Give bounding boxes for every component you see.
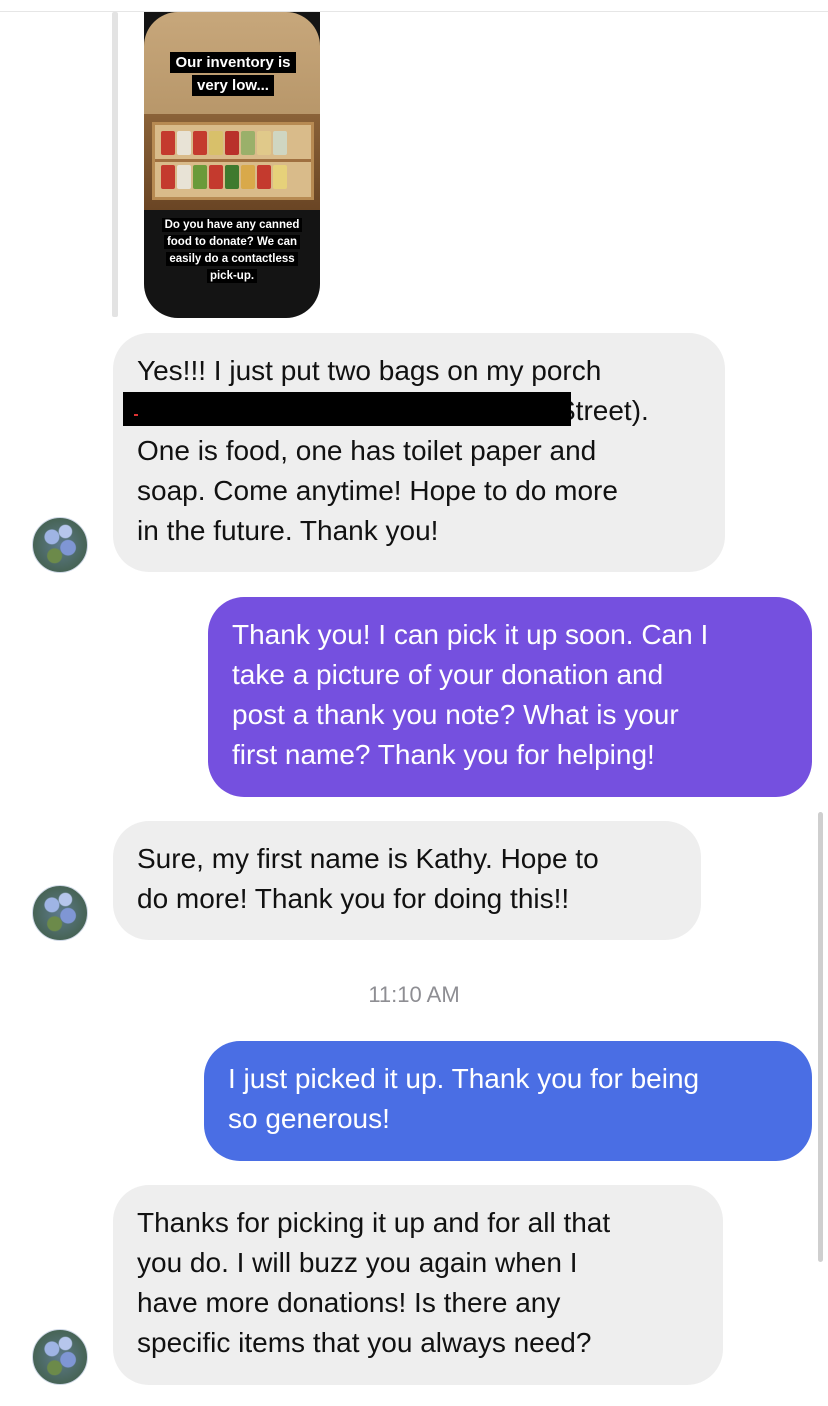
message-line: have more donations! Is there any <box>137 1287 561 1318</box>
message-timestamp: 11:10 AM <box>368 982 460 1007</box>
message-line: so generous! <box>228 1103 390 1134</box>
scrollbar[interactable] <box>818 812 823 1262</box>
contact-avatar-icon[interactable] <box>32 885 88 941</box>
message-bubble-sent[interactable]: I just picked it up. Thank you for being… <box>204 1041 812 1161</box>
header-divider <box>0 11 828 12</box>
message-line: first name? Thank you for helping! <box>232 739 655 770</box>
redacted-address <box>123 392 571 426</box>
message-line: Thanks for picking it up and for all tha… <box>137 1207 611 1238</box>
message-bubble-sent[interactable]: Thank you! I can pick it up soon. Can I … <box>208 597 812 797</box>
message-line: in the future. Thank you! <box>137 515 439 546</box>
chat-screen: Our inventory is very low... Do you have… <box>0 0 828 1406</box>
story-caption-bottom: Do you have any canned food to donate? W… <box>154 217 310 285</box>
message-line: soap. Come anytime! Hope to do more <box>137 475 618 506</box>
pantry-cabinet <box>152 122 314 200</box>
can-row-lower <box>161 165 287 189</box>
message-line: do more! Thank you for doing this!! <box>137 883 570 914</box>
story-reply-quote-bar <box>112 12 118 317</box>
can-row-upper <box>161 131 287 155</box>
message-line: I just picked it up. Thank you for being <box>228 1063 700 1094</box>
message-line: One is food, one has toilet paper and <box>137 435 597 466</box>
redaction-marker <box>134 414 138 416</box>
message-bubble-received[interactable]: Yes!!! I just put two bags on my porch S… <box>113 333 725 572</box>
message-line: Thank you! I can pick it up soon. Can I <box>232 619 709 650</box>
message-line: Yes!!! I just put two bags on my porch <box>137 355 602 386</box>
message-bubble-received[interactable]: Sure, my first name is Kathy. Hope to do… <box>113 821 701 940</box>
contact-avatar-icon[interactable] <box>32 517 88 573</box>
message-line: Sure, my first name is Kathy. Hope to <box>137 843 599 874</box>
message-line: you do. I will buzz you again when I <box>137 1247 578 1278</box>
message-bubble-received[interactable]: Thanks for picking it up and for all tha… <box>113 1185 723 1385</box>
canned-food-photo <box>144 114 320 210</box>
story-caption-top: Our inventory is very low... <box>162 51 304 97</box>
contact-avatar-icon[interactable] <box>32 1329 88 1385</box>
story-reply-thumbnail[interactable]: Our inventory is very low... Do you have… <box>144 12 320 318</box>
message-line: take a picture of your donation and <box>232 659 664 690</box>
message-line: specific items that you always need? <box>137 1327 592 1358</box>
message-line: post a thank you note? What is your <box>232 699 679 730</box>
